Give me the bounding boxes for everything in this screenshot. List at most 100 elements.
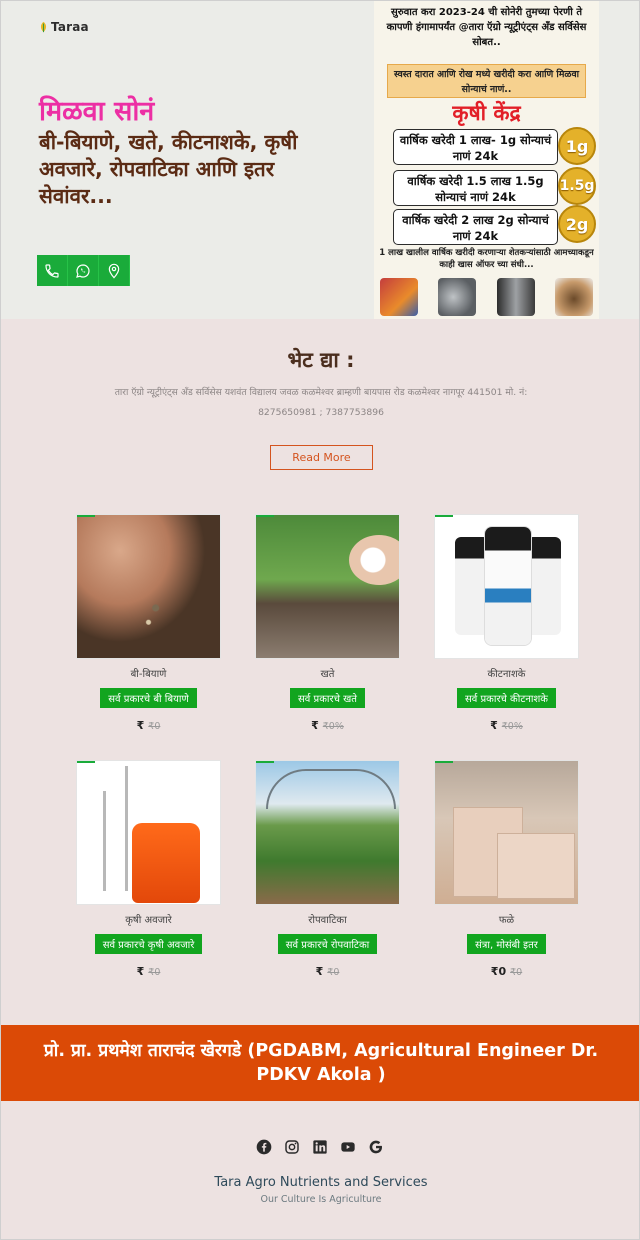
hero-section: Taraa मिळवा सोनं बी-बियाणे, खते, कीटनाशक… <box>1 1 639 319</box>
product-name: कृषी अवजारे <box>125 915 172 926</box>
corner-accent <box>77 761 95 763</box>
sprayer-tank <box>132 823 200 903</box>
footer-tagline: Our Culture Is Agriculture <box>260 1194 382 1205</box>
corner-accent <box>435 761 453 763</box>
price: ₹0 <box>490 965 507 978</box>
bottle-center <box>485 527 531 645</box>
visit-address: तारा ऍग्रो न्यूट्रीएंट्स अँड सर्विसेस यश… <box>71 383 571 423</box>
page: Taraa मिळवा सोनं बी-बियाणे, खते, कीटनाशक… <box>0 0 640 1240</box>
poster-kendra: कृषी केंद्र <box>452 101 521 125</box>
pesticide-bottles-photo[interactable] <box>434 514 579 659</box>
product-card[interactable]: कीटनाशके सर्व प्रकारचे कीटनाशके ₹ ₹0% <box>434 514 579 733</box>
product-name: रोपवाटिका <box>308 915 347 926</box>
phone-button[interactable] <box>37 255 68 286</box>
google-icon[interactable] <box>368 1139 384 1155</box>
product-card[interactable]: बी-बियाणे सर्व प्रकारचे बी बियाणे ₹ ₹0 <box>76 514 221 733</box>
corner-accent <box>256 515 274 517</box>
box-right <box>497 833 575 899</box>
old-price: ₹0 <box>148 967 161 978</box>
youtube-icon[interactable] <box>340 1139 356 1155</box>
hand-with-granules <box>349 535 399 585</box>
spray-wand <box>125 766 128 891</box>
gold-coin-badge: 1.5g <box>558 167 596 205</box>
old-price: ₹0 <box>510 967 523 978</box>
product-name: खते <box>320 669 335 680</box>
bottle-left <box>455 537 489 635</box>
product-price: ₹ ₹0% <box>255 719 400 733</box>
old-price: ₹0 <box>327 967 340 978</box>
price: ₹ <box>490 719 498 732</box>
leaf-logo-icon <box>40 21 47 33</box>
poster-tier: वार्षिक खरेदी 1.5 लाख 1.5g सोन्याचं नाणं… <box>393 170 558 206</box>
bottle-right <box>527 537 561 635</box>
product-card[interactable]: खते सर्व प्रकारचे खते ₹ ₹0% <box>255 514 400 733</box>
appliances-image <box>496 278 535 316</box>
product-price: ₹ ₹0 <box>76 719 221 733</box>
whatsapp-button[interactable] <box>68 255 99 286</box>
linkedin-icon[interactable] <box>312 1139 328 1155</box>
gold-offer-poster[interactable]: सुरुवात करा 2023-24 ची सोनेरी तुमच्या पे… <box>374 1 599 319</box>
product-cta-button[interactable]: सर्व प्रकारचे बी बियाणे <box>100 688 197 708</box>
fruit-boxes-photo[interactable] <box>434 760 579 905</box>
address-line: तारा ऍग्रो न्यूट्रीएंट्स अँड सर्विसेस यश… <box>114 387 528 398</box>
fertilizer-photo[interactable] <box>255 514 400 659</box>
corner-accent <box>256 761 274 763</box>
location-button[interactable] <box>99 255 130 286</box>
product-name: फळे <box>498 915 515 926</box>
product-cta-button[interactable]: सर्व प्रकारचे कीटनाशके <box>456 688 556 708</box>
seeds-photo[interactable] <box>76 514 221 659</box>
whatsapp-icon <box>76 263 90 278</box>
poster-headline: सुरुवात करा 2023-24 ची सोनेरी तुमच्या पे… <box>386 7 587 48</box>
footer-company-name: Tara Agro Nutrients and Services <box>214 1175 428 1190</box>
gold-coin-badge: 1g <box>558 127 596 165</box>
sprayer-photo[interactable] <box>76 760 221 905</box>
product-cta-button[interactable]: सर्व प्रकारचे रोपवाटिका <box>277 934 378 954</box>
old-price: ₹0% <box>501 721 523 732</box>
visit-title: भेट द्या : <box>287 348 355 372</box>
contact-buttons <box>37 255 130 286</box>
product-price: ₹ ₹0 <box>255 965 400 979</box>
greenhouse-roof <box>266 769 396 809</box>
logo[interactable]: Taraa <box>39 20 89 34</box>
phone-icon <box>45 263 59 278</box>
price: ₹ <box>315 965 324 978</box>
hero-subtitle: बी-बियाणे, खते, कीटनाशके, कृषी अवजारे, र… <box>39 130 298 208</box>
poster-tier: वार्षिक खरेदी 1 लाख- 1g सोन्याचं नाणं 24… <box>393 129 558 165</box>
poster-band: स्वस्त दारात आणि रोख मध्ये खरीदी करा आणि… <box>387 64 586 98</box>
product-cta-button[interactable]: संत्रा, मोसंबी इतर <box>467 934 546 954</box>
price: ₹ <box>136 719 145 732</box>
phone-numbers: 8275650981 ; 7387753896 <box>258 407 384 418</box>
instagram-icon[interactable] <box>284 1139 300 1155</box>
nursery-photo[interactable] <box>255 760 400 905</box>
product-price: ₹ ₹0 <box>76 965 221 979</box>
product-cta-button[interactable]: सर्व प्रकारचे खते <box>290 688 365 708</box>
hero-title: मिळवा सोनं <box>39 96 155 127</box>
spray-wand <box>103 791 106 891</box>
product-name: कीटनाशके <box>487 669 526 680</box>
product-name: बी-बियाणे <box>130 669 167 680</box>
product-price: ₹ ₹0% <box>434 719 579 733</box>
product-cta-button[interactable]: सर्व प्रकारचे कृषी अवजारे <box>94 934 203 954</box>
price: ₹ <box>311 719 319 732</box>
product-card[interactable]: रोपवाटिका सर्व प्रकारचे रोपवाटिका ₹ ₹0 <box>255 760 400 979</box>
poster-note: 1 लाख खालील वार्षिक खरीदी करणाऱ्या शेतकऱ… <box>379 248 594 270</box>
corner-accent <box>435 515 453 517</box>
cookware-image <box>438 278 477 316</box>
poster-product-images <box>380 271 593 316</box>
proprietor-banner: प्रो. प्रा. प्रथमेश ताराचंद खेरगडे (PGDA… <box>1 1025 639 1101</box>
location-pin-icon <box>108 263 120 279</box>
facebook-icon[interactable] <box>256 1139 272 1155</box>
gold-coin-badge: 2g <box>558 205 596 243</box>
social-links <box>256 1139 384 1155</box>
logo-text: Taraa <box>51 20 89 34</box>
product-card[interactable]: कृषी अवजारे सर्व प्रकारचे कृषी अवजारे ₹ ₹… <box>76 760 221 979</box>
cooker-image <box>554 278 593 316</box>
product-card[interactable]: फळे संत्रा, मोसंबी इतर ₹0 ₹0 <box>434 760 579 979</box>
old-price: ₹0 <box>148 721 161 732</box>
corner-accent <box>77 515 95 517</box>
read-more-button[interactable]: Read More <box>270 445 373 470</box>
poster-tier: वार्षिक खरेदी 2 लाख 2g सोन्याचं नाणं 24k <box>393 209 558 245</box>
product-price: ₹0 ₹0 <box>434 965 579 979</box>
gift-basket-image <box>380 278 418 316</box>
old-price: ₹0% <box>322 721 344 732</box>
